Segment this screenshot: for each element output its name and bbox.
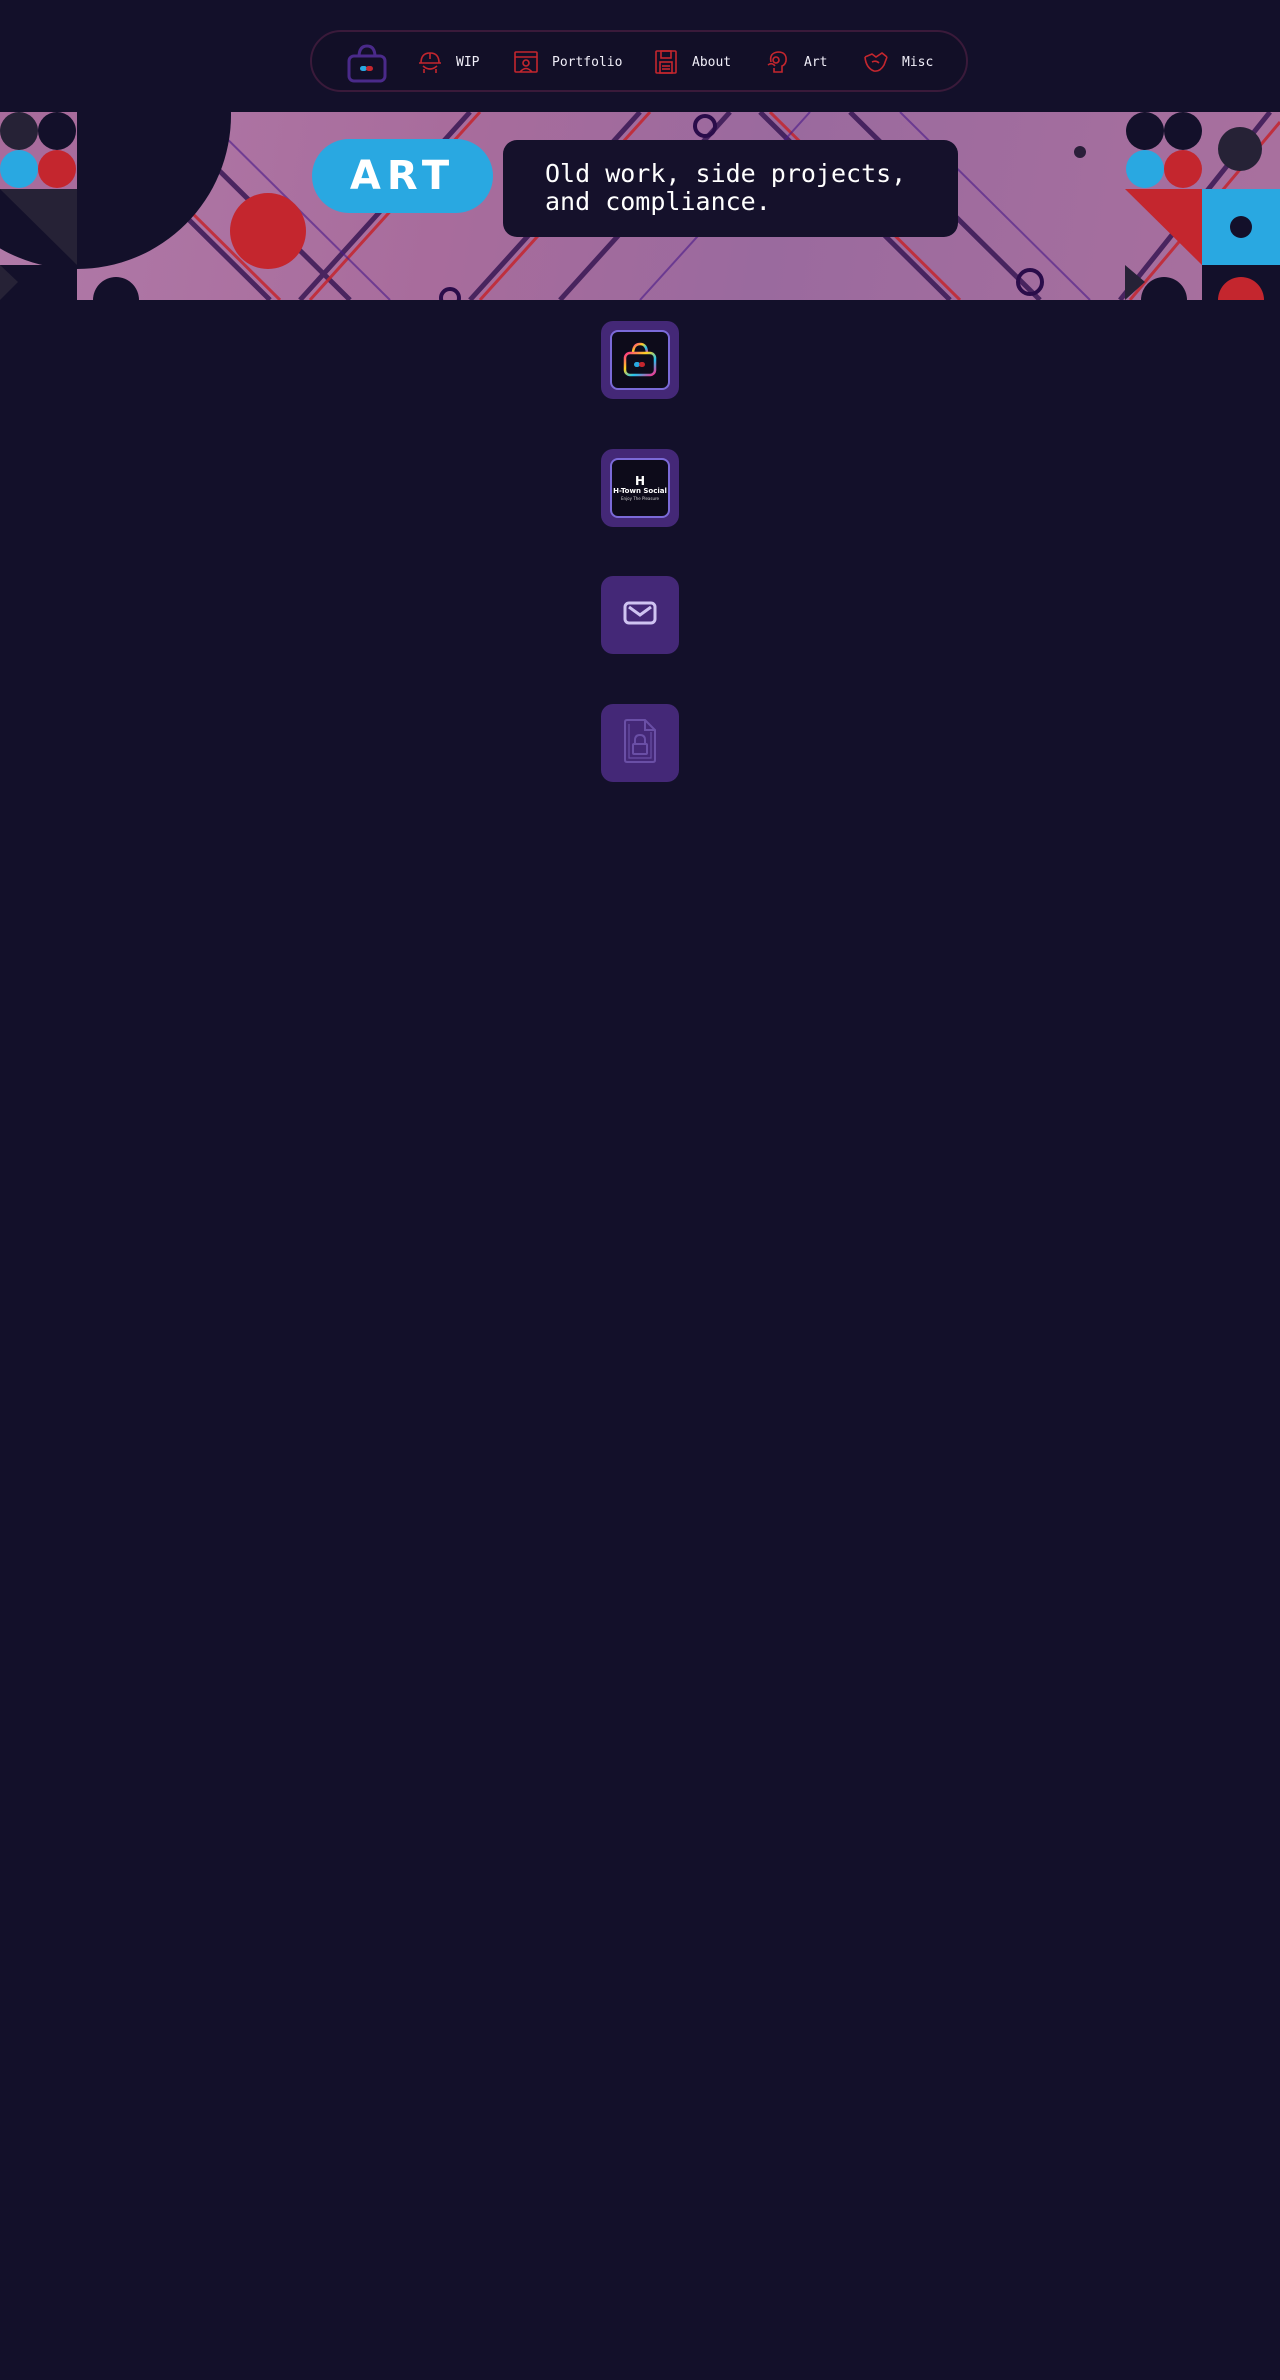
nav-item-portfolio[interactable]: Portfolio [512,45,622,79]
project-tile-bag[interactable] [601,321,679,399]
brand-name: H-Town Social [613,487,667,495]
nav-item-art[interactable]: Art [764,45,827,79]
brand-letter: H [634,474,646,488]
floppy-disk-icon [652,48,680,76]
hero-banner: ART Old work, side projects, and complia… [0,112,1280,300]
project-tile-h-town-social[interactable]: H H-Town Social Enjoy The Pleasure [601,449,679,527]
nav-item-misc[interactable]: Misc [862,45,933,79]
rainbow-bag-icon [610,330,670,390]
main-nav: WIP Portfolio About Art Misc [310,30,968,92]
nav-item-label: Portfolio [552,54,623,70]
nav-item-label: About [692,54,732,70]
hero-subtitle: Old work, side projects, and compliance. [503,140,958,237]
nav-item-label: Art [804,54,828,70]
hero-subtitle-line: Old work, side projects, [545,159,907,188]
envelope-icon [621,594,659,636]
h-town-social-logo: H H-Town Social Enjoy The Pleasure [610,458,670,518]
portfolio-window-icon [512,48,540,76]
contact-tile[interactable] [601,576,679,654]
compliance-tile[interactable] [601,704,679,782]
nav-item-wip[interactable]: WIP [416,45,479,79]
nav-item-label: Misc [902,54,934,70]
brand-tagline: Enjoy The Pleasure [620,496,660,501]
hero-subtitle-line: and compliance. [545,187,771,216]
nav-item-label: WIP [456,54,480,70]
misc-hand-icon [862,48,890,76]
hard-hat-icon [416,48,444,76]
nav-item-about[interactable]: About [652,45,731,79]
art-head-icon [764,48,792,76]
locked-document-icon [619,716,661,770]
hero-title: ART [312,139,493,213]
shopping-bag-icon[interactable] [345,41,389,85]
